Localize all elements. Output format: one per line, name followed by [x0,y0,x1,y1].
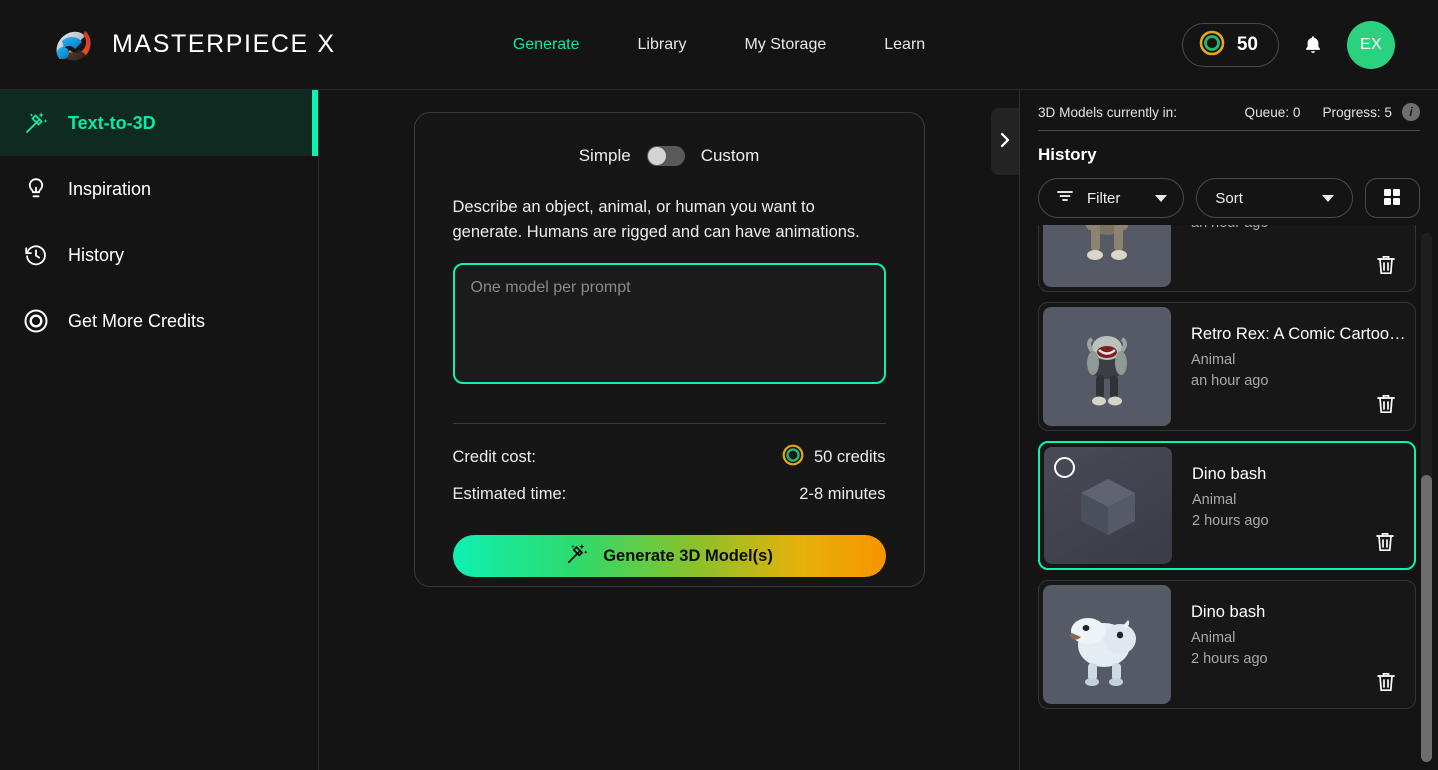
mode-toggle[interactable] [646,146,685,166]
dinosaur-brown-thumbnail [1043,225,1171,287]
body: Text-to-3D Inspiration History Get More … [0,90,1438,770]
history-item-time: 2 hours ago [1192,513,1269,529]
sidebar-item-inspiration[interactable]: Inspiration [0,156,318,222]
history-controls: Filter Sort [1020,165,1438,218]
header-actions: 50 EX [1181,20,1438,69]
sidebar-item-history[interactable]: History [0,222,318,288]
info-icon[interactable]: i [1402,103,1420,121]
grid-view-icon [1381,186,1403,211]
chevron-down-icon [1321,194,1334,202]
generator-panel: Simple Custom Describe an object, animal… [319,90,1020,770]
app-root: MASTERPIECE X Generate Library My Storag… [0,0,1438,770]
history-title: History [1038,145,1097,164]
delete-button[interactable] [1372,528,1398,556]
dinosaur-white-thumbnail [1043,585,1171,704]
nav-generate[interactable]: Generate [511,32,582,58]
credit-cost-row: Credit cost: 50 credits [453,444,886,471]
nav-my-storage[interactable]: My Storage [742,32,828,58]
history-item-name: Retro Rex: A Comic Cartoo… [1191,325,1406,343]
lightbulb-icon [22,175,50,203]
loading-spinner-icon [1054,457,1075,478]
delete-button[interactable] [1373,251,1399,279]
dinosaur-gray-thumbnail [1043,307,1171,426]
grid-view-button[interactable] [1364,178,1420,218]
sidebar-item-text-to-3d[interactable]: Text-to-3D [0,90,318,156]
sidebar-label-inspiration: Inspiration [68,178,152,199]
avatar[interactable]: EX [1347,20,1395,69]
credit-ring-icon [22,307,50,335]
app-header: MASTERPIECE X Generate Library My Storag… [0,0,1438,90]
history-item[interactable]: Retro Rex: A Comic Cartoo… Animal an hou… [1038,302,1416,431]
magic-wand-icon [565,542,589,571]
mode-custom-label: Custom [700,146,760,165]
sidebar-label-get-more-credits: Get More Credits [68,310,206,331]
magic-wand-icon [22,109,50,137]
credit-cost-value: 50 credits [813,448,886,467]
credit-ring-icon [782,444,804,471]
generator-description: Describe an object, animal, or human you… [452,198,860,242]
filter-button[interactable]: Filter [1038,178,1185,218]
estimated-time-label: Estimated time: [452,485,567,504]
sort-label: Sort [1215,189,1243,207]
filter-icon [1055,186,1075,210]
delete-button[interactable] [1373,668,1399,696]
estimated-time-row: Estimated time: 2-8 minutes [453,485,886,504]
masterpiece-logo-icon [52,25,96,65]
brand-name: MASTERPIECE X [112,30,336,58]
cube-placeholder-thumbnail [1044,447,1172,564]
sidebar-label-text-to-3d: Text-to-3D [68,112,156,133]
toggle-knob [647,147,666,165]
progress-count: Progress: 5 [1322,104,1392,120]
history-item-time: an hour ago [1191,225,1415,231]
collapse-panel-button[interactable] [991,108,1019,175]
history-panel: 3D Models currently in: Queue: 0 Progres… [1020,90,1438,770]
history-item-time: an hour ago [1191,373,1269,389]
sidebar-label-history: History [68,244,125,265]
filter-label: Filter [1087,189,1121,207]
history-item-category: Animal [1191,630,1236,646]
generate-3d-model-button[interactable]: Generate 3D Model(s) [452,535,886,578]
queue-status-row: 3D Models currently in: Queue: 0 Progres… [1020,90,1438,121]
credits-value: 50 [1236,33,1258,55]
credit-cost-value-group: 50 credits [782,444,886,471]
history-item-category: Animal [1192,492,1237,508]
credit-cost-label: Credit cost: [452,448,536,467]
scrollbar-thumb[interactable] [1421,475,1432,762]
delete-button[interactable] [1373,390,1399,418]
bell-icon[interactable] [1297,29,1329,61]
credits-pill[interactable]: 50 [1181,22,1279,67]
history-item-name: Dino bash [1191,603,1266,621]
sidebar-item-get-more-credits[interactable]: Get More Credits [0,288,318,354]
nav-library[interactable]: Library [636,32,689,58]
status-label: 3D Models currently in: [1038,104,1178,120]
mode-switch-row: Simple Custom [453,137,886,175]
history-item-time: 2 hours ago [1191,651,1268,667]
mode-simple-label: Simple [578,146,631,165]
history-item-selected[interactable]: Dino bash Animal 2 hours ago [1038,441,1416,570]
estimated-time-value: 2-8 minutes [799,485,886,504]
history-item-category: Animal [1191,352,1236,368]
history-item-name: Dino bash [1192,465,1267,483]
history-list-scroll[interactable]: Animal an hour ago [1020,225,1438,770]
chevron-down-icon [1155,194,1168,202]
history-item[interactable]: Dino bash Animal 2 hours ago [1038,580,1416,709]
credit-ring-icon [1199,30,1225,59]
chevron-right-icon [997,130,1013,153]
brand[interactable]: MASTERPIECE X [0,25,336,65]
sort-button[interactable]: Sort [1196,178,1353,218]
divider [452,423,886,425]
clock-rotate-icon [22,241,50,269]
queue-count: Queue: 0 [1244,104,1301,120]
history-item[interactable]: Animal an hour ago [1038,225,1416,292]
nav-learn[interactable]: Learn [882,32,927,58]
sidebar: Text-to-3D Inspiration History Get More … [0,90,319,770]
prompt-input[interactable] [452,263,886,385]
history-list: Animal an hour ago [1038,225,1416,719]
generate-button-label: Generate 3D Model(s) [603,546,773,565]
generator-card: Simple Custom Describe an object, animal… [413,112,925,587]
